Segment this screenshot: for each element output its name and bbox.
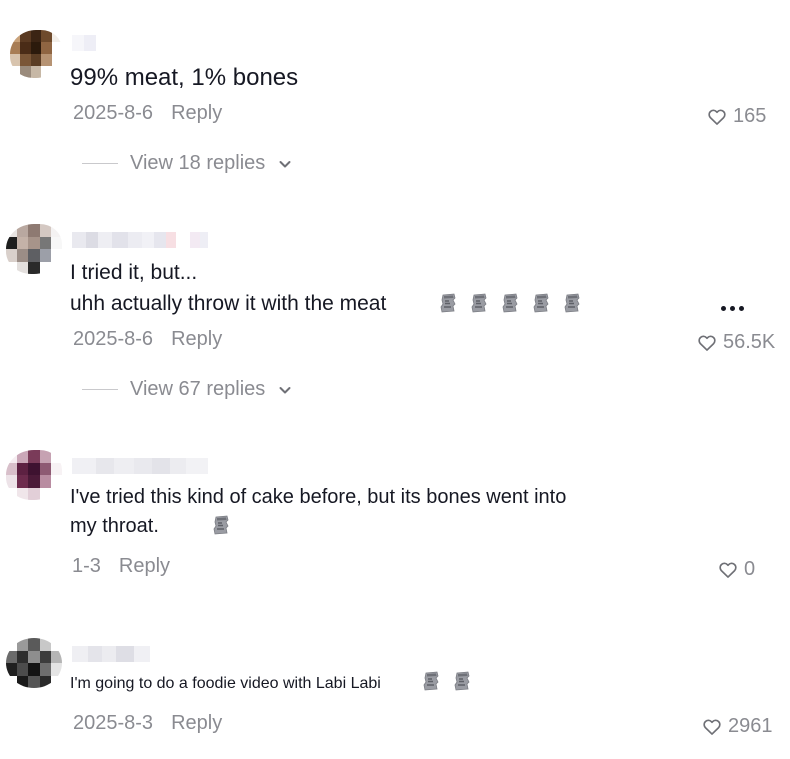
- view-replies-label: View 18 replies: [130, 152, 266, 174]
- reply-button[interactable]: Reply: [119, 555, 170, 578]
- avatar[interactable]: [6, 638, 62, 688]
- more-options-icon[interactable]: [721, 306, 744, 311]
- like-button[interactable]: 56.5K: [697, 331, 775, 354]
- view-replies-button[interactable]: View 67 replies: [82, 378, 293, 401]
- avatar[interactable]: [6, 450, 62, 500]
- moai-emoji: [499, 292, 521, 314]
- chevron-down-icon: [277, 156, 293, 172]
- like-count: 2961: [728, 715, 773, 737]
- comment-meta: 2025-8-6 Reply: [73, 102, 222, 125]
- reply-button[interactable]: Reply: [171, 102, 222, 125]
- comment-text-span: I'm going to do a foodie video with Labi…: [70, 675, 381, 692]
- view-replies-label: View 67 replies: [130, 378, 266, 400]
- comment-date: 2025-8-6: [73, 102, 154, 124]
- heart-outline-icon: [702, 717, 722, 737]
- comment-text: I tried it, but... uhh actually throw it…: [70, 257, 583, 319]
- heart-outline-icon: [707, 107, 727, 127]
- divider: [82, 163, 118, 164]
- username[interactable]: [72, 232, 208, 248]
- heart-outline-icon: [697, 333, 717, 353]
- like-button[interactable]: 0: [718, 558, 755, 581]
- comment-text-line: my throat.: [70, 512, 566, 541]
- comment-text-line: I tried it, but...: [70, 261, 198, 284]
- comment-date: 2025-8-3: [73, 712, 154, 734]
- moai-emoji: [468, 292, 490, 314]
- chevron-down-icon: [277, 382, 293, 398]
- like-button[interactable]: 165: [707, 105, 766, 128]
- comment-meta: 2025-8-3 Reply: [73, 712, 222, 735]
- comment-text: I'm going to do a foodie video with Labi…: [70, 670, 473, 695]
- moai-emoji: [420, 670, 442, 692]
- divider: [82, 389, 118, 390]
- heart-outline-icon: [718, 560, 738, 580]
- username[interactable]: [72, 646, 150, 662]
- avatar[interactable]: [6, 224, 62, 274]
- like-button[interactable]: 2961: [702, 715, 773, 738]
- like-count: 56.5K: [723, 331, 776, 353]
- comment-text: I've tried this kind of cake before, but…: [70, 483, 566, 541]
- comment-text: 99% meat, 1% bones: [70, 64, 299, 91]
- username[interactable]: [72, 35, 96, 51]
- like-count: 0: [744, 558, 756, 580]
- reply-button[interactable]: Reply: [171, 712, 222, 735]
- like-count: 165: [733, 105, 767, 127]
- comment-text-line: uhh actually throw it with the meat: [70, 288, 583, 319]
- comment-text-span: my throat.: [70, 515, 159, 537]
- moai-emoji: [561, 292, 583, 314]
- moai-emoji: [451, 670, 473, 692]
- view-replies-button[interactable]: View 18 replies: [82, 152, 293, 175]
- moai-emoji: [210, 514, 232, 536]
- avatar[interactable]: [10, 30, 62, 78]
- comment-date: 2025-8-6: [73, 328, 154, 350]
- comment-text-span: uhh actually throw it with the meat: [70, 292, 387, 315]
- comment-meta: 2025-8-6 Reply: [73, 328, 222, 351]
- comment-meta: 1-3 Reply: [72, 555, 170, 578]
- moai-emoji: [437, 292, 459, 314]
- comment-date: 1-3: [72, 555, 101, 577]
- comment-text-line: I've tried this kind of cake before, but…: [70, 486, 567, 508]
- reply-button[interactable]: Reply: [171, 328, 222, 351]
- moai-emoji: [530, 292, 552, 314]
- username[interactable]: [72, 458, 208, 474]
